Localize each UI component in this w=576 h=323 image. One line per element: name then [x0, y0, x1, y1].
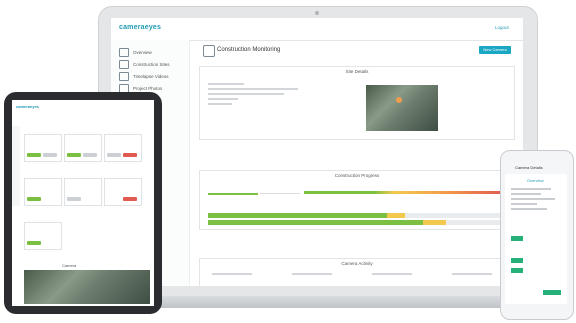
text-line — [511, 188, 551, 190]
progress-tab[interactable] — [208, 183, 258, 195]
progress-bar-track — [208, 220, 506, 225]
top-bar: cameraeyes Logout — [111, 18, 523, 41]
brand-logo[interactable]: cameraeyes — [119, 24, 161, 31]
tablet-camera-image[interactable] — [24, 270, 150, 304]
action-button[interactable] — [543, 290, 561, 295]
laptop-camera — [315, 11, 319, 15]
tablet-camera-card[interactable] — [104, 178, 142, 206]
progress-bar-fill — [208, 220, 423, 225]
video-icon — [119, 72, 129, 81]
progress-scale — [304, 191, 504, 194]
location-pin-icon — [396, 97, 402, 103]
status-chip — [27, 197, 41, 201]
tablet-camera-card[interactable] — [64, 134, 102, 162]
text-line — [208, 98, 238, 100]
status-badge — [511, 236, 523, 241]
phone-screen: Camera Details Overview — [505, 162, 567, 304]
text-line — [208, 103, 232, 105]
progress-bar-fill — [386, 213, 405, 218]
tablet-sidebar — [12, 126, 20, 206]
construction-progress-panel: Construction Progress — [199, 170, 515, 230]
camera-activity-panel: Camera Activity — [199, 258, 515, 286]
status-badge — [511, 268, 523, 273]
tablet-brand-logo[interactable]: cameraeyes — [16, 104, 39, 109]
new-camera-button[interactable]: New Camera — [479, 46, 511, 54]
tablet-camera-card[interactable] — [24, 134, 62, 162]
sidebar-item-label: Overview — [133, 50, 152, 55]
status-chip — [83, 153, 97, 157]
camera-icon — [203, 45, 215, 57]
site-details-panel: Site Details — [199, 66, 515, 140]
text-line — [208, 88, 298, 90]
status-chip — [67, 153, 81, 157]
laptop-screen: cameraeyes Logout Overview Construction … — [111, 18, 523, 286]
sidebar-item-overview[interactable]: Overview — [119, 48, 152, 57]
panel-title: Camera Activity — [341, 261, 373, 266]
status-chip — [123, 153, 137, 157]
main-content: Construction Monitoring New Camera Site … — [195, 40, 517, 286]
text-line — [208, 93, 284, 95]
building-icon — [119, 60, 129, 69]
text-line — [292, 273, 332, 275]
text-line — [208, 83, 244, 85]
text-line — [511, 208, 547, 210]
tablet-footer-label: Camera — [62, 263, 77, 268]
text-line — [511, 198, 555, 200]
text-line — [511, 193, 541, 195]
tablet-camera-card[interactable] — [104, 134, 142, 162]
tablet-camera-card[interactable] — [24, 222, 62, 250]
sidebar-item-label: Project Photos — [133, 86, 163, 91]
panel-title: Site Details — [345, 69, 369, 74]
site-map[interactable] — [366, 85, 438, 131]
tablet-screen: cameraeyes Camera — [12, 100, 154, 306]
progress-bar-fill — [208, 213, 387, 218]
tablet-camera-card[interactable] — [64, 178, 102, 206]
sidebar-item-sites[interactable]: Construction Sites — [119, 60, 170, 69]
phone-tab[interactable]: Overview — [527, 178, 544, 183]
progress-bar-track — [208, 213, 506, 218]
tablet-camera-card[interactable] — [24, 178, 62, 206]
logout-link[interactable]: Logout — [495, 25, 509, 30]
status-chip — [27, 153, 41, 157]
dashboard-icon — [119, 48, 129, 57]
page-title: Construction Monitoring — [217, 47, 281, 53]
sidebar-item-label: Construction Sites — [133, 62, 170, 67]
progress-tab[interactable] — [260, 183, 300, 194]
status-chip — [43, 153, 57, 157]
phone-header-title: Camera Details — [515, 165, 543, 170]
sidebar-item-timelapse[interactable]: Timelapse Videos — [119, 72, 169, 81]
sidebar-item-label: Timelapse Videos — [133, 74, 169, 79]
status-chip — [123, 197, 137, 201]
text-line — [212, 273, 252, 275]
text-line — [452, 273, 492, 275]
status-chip — [107, 153, 121, 157]
status-badge — [511, 258, 523, 263]
text-line — [372, 273, 412, 275]
text-line — [511, 203, 537, 205]
progress-bar-fill — [422, 220, 447, 225]
panel-title: Construction Progress — [334, 173, 380, 178]
status-chip — [27, 241, 41, 245]
status-chip — [67, 197, 81, 201]
